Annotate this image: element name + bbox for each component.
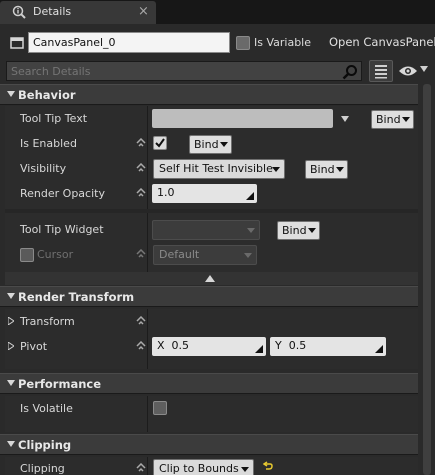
- section-render-transform-header[interactable]: Render Transform: [0, 286, 418, 307]
- section-behavior-header[interactable]: Behavior: [0, 84, 418, 105]
- close-icon[interactable]: ×: [138, 4, 149, 19]
- checkmark-icon: [155, 138, 165, 148]
- advanced-expander[interactable]: [5, 272, 418, 285]
- reset-to-default-icon[interactable]: [136, 249, 146, 259]
- render-transform-properties: Transform Pivot X 0.5 Y 0.5: [5, 309, 418, 369]
- expand-arrow-icon[interactable]: [8, 342, 14, 350]
- chevron-up-icon: [205, 275, 215, 282]
- drag-handle-icon[interactable]: [375, 345, 383, 353]
- is-variable-label: Is Variable: [254, 36, 312, 49]
- property-label: Tool Tip Text: [20, 112, 88, 125]
- property-row-clipping: Clipping Clip to Bounds: [5, 457, 418, 475]
- open-canvas-panel-link[interactable]: Open CanvasPanel: [329, 35, 435, 49]
- bind-button[interactable]: Bind: [277, 221, 320, 240]
- chevron-down-icon[interactable]: [341, 116, 349, 122]
- reset-to-default-icon[interactable]: [136, 341, 146, 351]
- drag-handle-icon[interactable]: [255, 345, 263, 353]
- property-row-cursor: Cursor Default: [5, 242, 418, 267]
- chevron-down-icon[interactable]: [420, 66, 428, 72]
- section-title: Clipping: [18, 438, 72, 452]
- expand-arrow-icon: [7, 380, 15, 386]
- reset-to-default-icon[interactable]: [136, 138, 146, 148]
- pivot-x-field[interactable]: X 0.5: [152, 337, 266, 356]
- widget-name-row: Is Variable Open CanvasPanel: [0, 31, 435, 57]
- tab-details[interactable]: Details ×: [0, 1, 156, 24]
- expand-arrow-icon: [7, 293, 15, 299]
- search-row: [0, 60, 435, 86]
- property-label: Cursor: [37, 248, 74, 261]
- reset-to-default-icon[interactable]: [136, 163, 146, 173]
- details-panel: Is Variable Open CanvasPanel B: [0, 24, 435, 475]
- section-title: Behavior: [18, 88, 76, 102]
- property-row-render-opacity: Render Opacity 1.0: [5, 181, 418, 206]
- clipping-properties: Clipping Clip to Bounds: [5, 457, 418, 475]
- clipping-dropdown[interactable]: Clip to Bounds: [153, 459, 254, 475]
- reset-to-default-icon[interactable]: [136, 316, 146, 326]
- section-title: Performance: [18, 377, 102, 391]
- is-enabled-checkbox[interactable]: [153, 136, 167, 150]
- tooltip-widget-dropdown[interactable]: [152, 220, 260, 240]
- property-row-tooltip-text: Tool Tip Text Bind: [5, 106, 418, 131]
- is-variable-checkbox[interactable]: [236, 36, 250, 50]
- property-label: Transform: [20, 315, 75, 328]
- property-row-is-enabled: Is Enabled Bind: [5, 131, 418, 156]
- tab-bar: Details ×: [0, 0, 435, 24]
- property-label: Tool Tip Widget: [20, 223, 104, 236]
- property-label: Is Enabled: [20, 137, 77, 150]
- property-label: Is Volatile: [20, 402, 73, 415]
- search-input[interactable]: [6, 61, 362, 81]
- scrollbar-thumb[interactable]: [423, 84, 431, 475]
- property-label: Pivot: [20, 340, 48, 353]
- drag-handle-icon[interactable]: [246, 192, 254, 200]
- canvas-panel-icon: [10, 37, 24, 49]
- search-icon[interactable]: [342, 64, 358, 80]
- property-row-is-volatile: Is Volatile: [5, 396, 418, 421]
- cursor-override-checkbox[interactable]: [20, 248, 34, 262]
- property-matrix-button[interactable]: [369, 60, 393, 82]
- property-row-transform: Transform: [5, 309, 418, 334]
- widget-name-input[interactable]: [28, 32, 230, 53]
- expand-arrow-icon: [7, 91, 15, 97]
- section-performance-header[interactable]: Performance: [0, 373, 418, 394]
- section-title: Render Transform: [18, 290, 135, 304]
- tooltip-text-field[interactable]: [152, 109, 333, 128]
- render-opacity-field[interactable]: 1.0: [152, 184, 257, 203]
- section-clipping-header[interactable]: Clipping: [0, 434, 418, 455]
- cursor-dropdown[interactable]: Default: [153, 245, 257, 265]
- details-info-icon: [12, 5, 26, 19]
- property-label: Clipping: [20, 462, 65, 475]
- performance-properties: Is Volatile: [5, 396, 418, 432]
- expand-arrow-icon: [7, 441, 15, 447]
- visibility-dropdown[interactable]: Self Hit Test Invisible: [153, 159, 285, 179]
- bind-button[interactable]: Bind: [305, 160, 348, 179]
- eye-icon[interactable]: [398, 64, 418, 78]
- expand-arrow-icon[interactable]: [8, 317, 14, 325]
- grid-list-icon: [375, 65, 387, 79]
- property-row-pivot: Pivot X 0.5 Y 0.5: [5, 334, 418, 359]
- reset-arrow-icon[interactable]: [263, 461, 273, 471]
- behavior-properties: Tool Tip Text Bind Is Enabled Bind Visib…: [5, 106, 418, 272]
- is-volatile-checkbox[interactable]: [153, 401, 167, 415]
- reset-to-default-icon[interactable]: [136, 188, 146, 198]
- reset-to-default-icon[interactable]: [136, 463, 146, 473]
- tab-title: Details: [33, 5, 72, 18]
- property-label: Render Opacity: [20, 187, 105, 200]
- pivot-y-field[interactable]: Y 0.5: [270, 337, 386, 356]
- property-row-tooltip-widget: Tool Tip Widget Bind: [5, 217, 418, 242]
- bind-button[interactable]: Bind: [371, 110, 414, 129]
- bind-button[interactable]: Bind: [189, 135, 232, 154]
- property-label: Visibility: [20, 162, 67, 175]
- property-row-visibility: Visibility Self Hit Test Invisible Bind: [5, 156, 418, 181]
- vertical-scrollbar[interactable]: [419, 84, 435, 475]
